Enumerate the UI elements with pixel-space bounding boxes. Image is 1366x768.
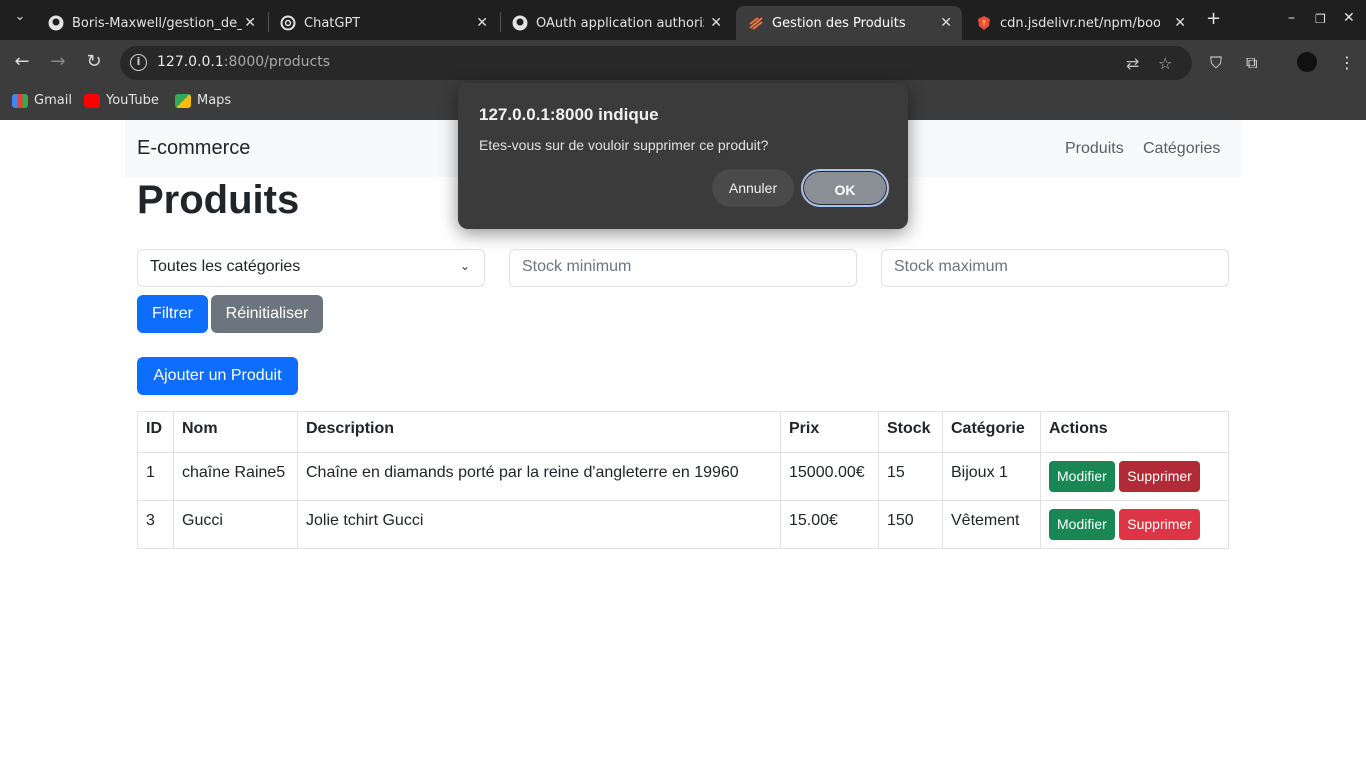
nav-link-categories[interactable]: Catégories bbox=[1143, 140, 1220, 158]
cell-description: Jolie tchirt Gucci bbox=[297, 500, 781, 549]
cell-nom: Gucci bbox=[173, 500, 298, 549]
minimize-icon[interactable]: – bbox=[1288, 10, 1295, 26]
address-bar[interactable]: i 127.0.0.1:8000/products ⇄ ☆ bbox=[120, 46, 1192, 80]
delete-button[interactable]: Supprimer bbox=[1119, 461, 1200, 492]
github-icon bbox=[512, 15, 528, 31]
site-info-icon[interactable]: i bbox=[130, 54, 147, 71]
close-icon[interactable]: ✕ bbox=[476, 15, 488, 31]
tab-jsdelivr[interactable]: cdn.jsdelivr.net/npm/boots ✕ bbox=[964, 6, 1196, 40]
reload-icon[interactable]: ↻ bbox=[82, 51, 106, 72]
chevron-down-icon: ⌄ bbox=[459, 259, 470, 273]
cell-prix: 15000.00€ bbox=[780, 452, 879, 501]
column-header: Actions bbox=[1040, 411, 1229, 453]
tab-oauth[interactable]: OAuth application authoriz ✕ bbox=[500, 6, 732, 40]
shield-icon[interactable]: ⛉ bbox=[1210, 53, 1222, 73]
tab-gestion-produits[interactable]: Gestion des Produits ✕ bbox=[736, 6, 962, 40]
cell-nom: chaîne Raine5 bbox=[173, 452, 298, 501]
close-icon[interactable]: ✕ bbox=[244, 15, 256, 31]
cell-actions: Modifier Supprimer bbox=[1040, 500, 1229, 549]
cell-description: Chaîne en diamands porté par la reine d'… bbox=[297, 452, 781, 501]
cell-prix: 15.00€ bbox=[780, 500, 879, 549]
cell-id: 3 bbox=[137, 500, 174, 549]
dialog-title: 127.0.0.1:8000 indique bbox=[479, 105, 659, 124]
github-icon bbox=[48, 15, 64, 31]
close-icon[interactable]: ✕ bbox=[710, 15, 722, 31]
page-title: Produits bbox=[137, 178, 300, 222]
bookmark-label: Maps bbox=[197, 93, 232, 108]
column-header: ID bbox=[137, 411, 174, 453]
browser-toolbar: ← → ↻ i 127.0.0.1:8000/products ⇄ ☆ ⛉ ⧉ … bbox=[0, 40, 1366, 86]
tab-title: Gestion des Produits bbox=[772, 15, 906, 31]
tab-chatgpt[interactable]: ChatGPT ✕ bbox=[268, 6, 498, 40]
bookmark-youtube[interactable]: YouTube bbox=[84, 93, 159, 108]
tab-title: ChatGPT bbox=[304, 15, 361, 31]
column-header: Nom bbox=[173, 411, 298, 453]
tab-title: OAuth application authoriz bbox=[536, 15, 704, 31]
gmail-icon bbox=[12, 93, 28, 108]
new-tab-icon[interactable]: + bbox=[1206, 8, 1221, 29]
forward-icon[interactable]: → bbox=[46, 51, 70, 72]
cell-actions: Modifier Supprimer bbox=[1040, 452, 1229, 501]
reset-button[interactable]: Réinitialiser bbox=[211, 295, 323, 333]
ok-button[interactable]: OK bbox=[801, 169, 889, 207]
menu-icon[interactable]: ⋮ bbox=[1339, 53, 1355, 72]
close-icon[interactable]: ✕ bbox=[940, 15, 952, 31]
delete-button[interactable]: Supprimer bbox=[1119, 509, 1200, 540]
nav-link-produits[interactable]: Produits bbox=[1065, 140, 1124, 158]
cell-stock: 15 bbox=[878, 452, 943, 501]
cell-id: 1 bbox=[137, 452, 174, 501]
window-close-icon[interactable]: ✕ bbox=[1343, 10, 1355, 26]
confirm-dialog: 127.0.0.1:8000 indique Etes-vous sur de … bbox=[458, 83, 908, 229]
stock-min-input[interactable]: Stock minimum bbox=[509, 249, 857, 287]
tab-github-repo[interactable]: Boris-Maxwell/gestion_de_ ✕ bbox=[36, 6, 266, 40]
close-icon[interactable]: ✕ bbox=[1174, 15, 1186, 31]
table-row: 1 chaîne Raine5 Chaîne en diamands porté… bbox=[137, 452, 1229, 501]
extensions-icon[interactable]: ⧉ bbox=[1246, 53, 1257, 73]
add-product-button[interactable]: Ajouter un Produit bbox=[137, 357, 298, 395]
back-icon[interactable]: ← bbox=[10, 51, 34, 72]
chatgpt-icon bbox=[280, 15, 296, 31]
tab-bar: ⌄ Boris-Maxwell/gestion_de_ ✕ ChatGPT ✕ … bbox=[0, 0, 1366, 40]
column-header: Catégorie bbox=[942, 411, 1041, 453]
tab-title: Boris-Maxwell/gestion_de_ bbox=[72, 15, 242, 31]
youtube-icon bbox=[84, 93, 100, 108]
column-header: Description bbox=[297, 411, 781, 453]
table-header-row: ID Nom Description Prix Stock Catégorie … bbox=[137, 411, 1229, 453]
filter-button[interactable]: Filtrer bbox=[137, 295, 208, 333]
bookmark-label: Gmail bbox=[34, 93, 72, 108]
bookmark-gmail[interactable]: Gmail bbox=[12, 93, 72, 108]
category-select-value: Toutes les catégories bbox=[150, 258, 301, 275]
navbar-brand[interactable]: E-commerce bbox=[137, 137, 250, 160]
maps-icon bbox=[175, 93, 191, 108]
cancel-button[interactable]: Annuler bbox=[712, 169, 794, 207]
bookmark-maps[interactable]: Maps bbox=[175, 93, 231, 108]
url-text: 127.0.0.1:8000/products bbox=[157, 54, 330, 70]
products-table: ID Nom Description Prix Stock Catégorie … bbox=[137, 411, 1229, 549]
translate-icon[interactable]: ⇄ bbox=[1126, 54, 1139, 73]
avatar[interactable] bbox=[1297, 52, 1317, 72]
site-icon bbox=[748, 15, 764, 31]
column-header: Prix bbox=[780, 411, 879, 453]
edit-button[interactable]: Modifier bbox=[1049, 509, 1115, 540]
tab-search-icon[interactable]: ⌄ bbox=[8, 9, 32, 24]
jsdelivr-icon bbox=[976, 15, 992, 31]
star-icon[interactable]: ☆ bbox=[1158, 54, 1172, 73]
column-header: Stock bbox=[878, 411, 943, 453]
table-row: 3 Gucci Jolie tchirt Gucci 15.00€ 150 Vê… bbox=[137, 500, 1229, 549]
cell-categorie: Bijoux 1 bbox=[942, 452, 1041, 501]
dialog-message: Etes-vous sur de vouloir supprimer ce pr… bbox=[479, 137, 769, 153]
cell-categorie: Vêtement bbox=[942, 500, 1041, 549]
tab-title: cdn.jsdelivr.net/npm/boots bbox=[1000, 15, 1160, 31]
category-select[interactable]: Toutes les catégories ⌄ bbox=[137, 249, 485, 287]
edit-button[interactable]: Modifier bbox=[1049, 461, 1115, 492]
stock-max-input[interactable]: Stock maximum bbox=[881, 249, 1229, 287]
bookmark-label: YouTube bbox=[106, 93, 159, 108]
cell-stock: 150 bbox=[878, 500, 943, 549]
maximize-icon[interactable]: ❐ bbox=[1315, 12, 1326, 26]
